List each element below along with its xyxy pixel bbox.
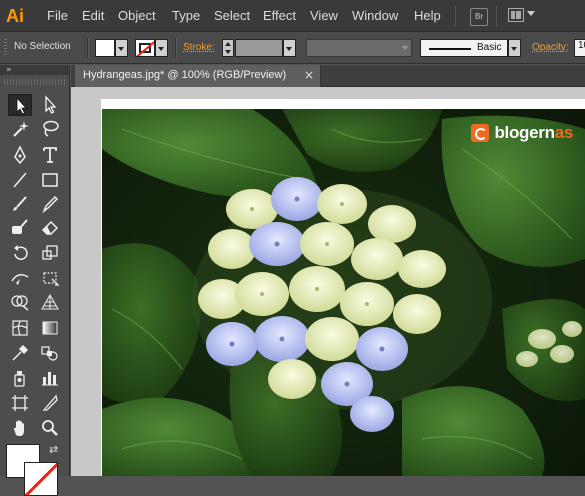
shape-builder-icon[interactable] (8, 291, 32, 313)
stroke-weight-dropdown[interactable] (283, 39, 296, 57)
menu-window[interactable]: Window (352, 8, 398, 23)
blob-brush-icon[interactable] (8, 216, 32, 238)
column-graph-icon[interactable] (38, 367, 62, 389)
stroke-color-swatch[interactable] (135, 39, 155, 57)
control-divider (175, 38, 177, 58)
menu-help[interactable]: Help (414, 8, 441, 23)
blog-watermark: blogernas (471, 123, 573, 143)
fill-color-swatch[interactable] (95, 39, 115, 57)
placed-image-hydrangeas[interactable]: blogernas (102, 109, 585, 476)
brush-definition-field[interactable]: Basic (420, 39, 508, 57)
hydrangea-photo (102, 109, 585, 476)
stroke-dropdown-button[interactable] (155, 39, 168, 57)
tools-panel: » ⇄ (0, 65, 70, 496)
blog-logo-icon (471, 124, 490, 142)
illustrator-logo: Ai (6, 6, 24, 26)
selection-status: No Selection (14, 41, 71, 52)
blend-icon[interactable] (38, 342, 62, 364)
menu-object[interactable]: Object (118, 8, 156, 23)
magic-wand-icon[interactable] (8, 118, 32, 140)
swap-fill-stroke-icon[interactable]: ⇄ (49, 443, 58, 456)
rotate-icon[interactable] (8, 242, 32, 264)
menu-edit[interactable]: Edit (82, 8, 104, 23)
artboard-icon[interactable] (8, 392, 32, 414)
scale-icon[interactable] (38, 242, 62, 264)
document-tab-bar: Hydrangeas.jpg* @ 100% (RGB/Preview) × (71, 65, 585, 87)
panel-grip-icon[interactable] (4, 79, 66, 85)
gradient-icon[interactable] (38, 317, 62, 339)
bridge-button[interactable]: Br (470, 8, 488, 26)
mesh-icon[interactable] (8, 317, 32, 339)
pencil-icon[interactable] (38, 193, 62, 215)
type-icon[interactable] (38, 144, 62, 166)
menu-view[interactable]: View (310, 8, 338, 23)
tools-panel-header[interactable]: » (0, 65, 70, 75)
chevron-down-icon (402, 46, 408, 50)
close-icon[interactable]: × (304, 68, 314, 82)
direct-selection-icon[interactable] (38, 94, 62, 116)
menubar-divider (496, 6, 497, 26)
hand-icon[interactable] (8, 417, 32, 439)
illustrator-window: Ai File Edit Object Type Select Effect V… (0, 0, 585, 496)
control-bar: No Selection Stroke: Basic Opacity: 10 (0, 32, 585, 64)
menu-select[interactable]: Select (214, 8, 250, 23)
chevron-down-icon[interactable] (527, 11, 535, 16)
control-divider (87, 38, 89, 58)
eyedropper-icon[interactable] (8, 342, 32, 364)
panel-grip-icon[interactable] (4, 39, 7, 57)
opacity-label-link[interactable]: Opacity: (532, 42, 569, 53)
stroke-color-box[interactable] (24, 462, 58, 496)
collapse-chevrons-icon[interactable]: » (6, 65, 12, 75)
width-tool-icon[interactable] (8, 267, 32, 289)
eraser-icon[interactable] (38, 216, 62, 238)
lasso-icon[interactable] (38, 118, 62, 140)
none-slash-icon (25, 463, 57, 495)
stroke-label-link[interactable]: Stroke: (183, 42, 215, 53)
paintbrush-icon[interactable] (8, 193, 32, 215)
line-segment-icon[interactable] (8, 169, 32, 191)
rectangle-icon[interactable] (38, 169, 62, 191)
watermark-text: blogernas (494, 123, 573, 142)
menu-type[interactable]: Type (172, 8, 200, 23)
document-tab[interactable]: Hydrangeas.jpg* @ 100% (RGB/Preview) × (75, 65, 321, 87)
selection-arrow-icon[interactable] (8, 94, 32, 116)
menubar-divider (455, 6, 456, 26)
variable-width-profile[interactable] (306, 39, 412, 57)
perspective-grid-icon[interactable] (38, 291, 62, 313)
workspace-switcher-icon[interactable] (508, 8, 524, 22)
menu-bar: Ai File Edit Object Type Select Effect V… (0, 0, 585, 32)
symbol-sprayer-icon[interactable] (8, 367, 32, 389)
menu-file[interactable]: File (47, 8, 68, 23)
brush-name: Basic (477, 42, 502, 53)
brush-stroke-preview (429, 48, 471, 50)
brush-dropdown-button[interactable] (508, 39, 521, 57)
document-tab-title: Hydrangeas.jpg* @ 100% (RGB/Preview) (83, 69, 287, 81)
zoom-icon[interactable] (38, 417, 62, 439)
fill-dropdown-button[interactable] (115, 39, 128, 57)
stroke-weight-stepper[interactable] (222, 39, 234, 57)
slice-icon[interactable] (38, 392, 62, 414)
free-transform-icon[interactable] (38, 267, 62, 289)
menu-effect[interactable]: Effect (263, 8, 296, 23)
opacity-input[interactable]: 10 (574, 39, 585, 57)
stroke-weight-input[interactable] (235, 39, 283, 57)
pen-icon[interactable] (8, 144, 32, 166)
